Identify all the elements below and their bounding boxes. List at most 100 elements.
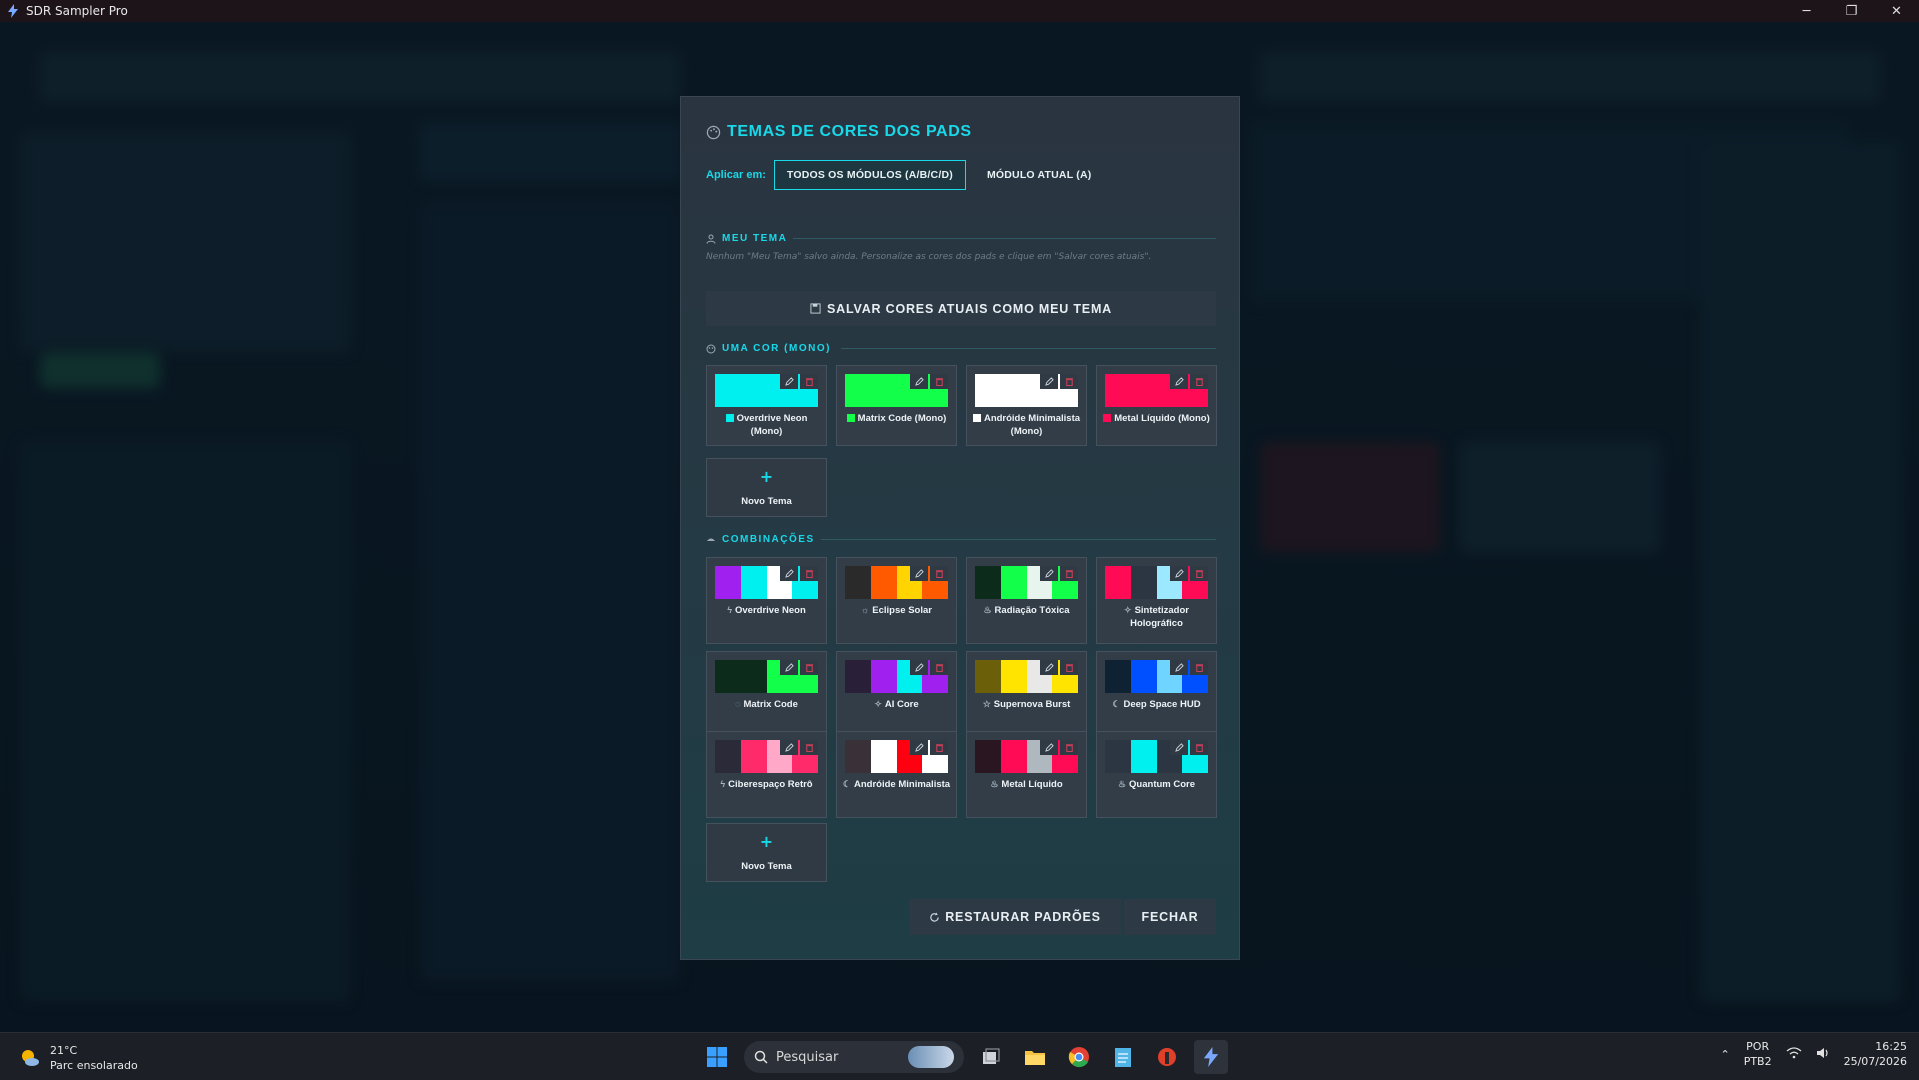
edit-icon[interactable] [910,374,928,389]
combos-theme-card[interactable]: ϟ Overdrive Neon [706,557,827,644]
delete-icon[interactable] [1190,566,1208,581]
maximize-button[interactable]: ❐ [1829,0,1874,22]
mono-theme-card[interactable]: Metal Líquido (Mono) [1096,365,1217,446]
delete-icon[interactable] [1190,740,1208,755]
close-window-button[interactable]: ✕ [1874,0,1919,22]
delete-icon[interactable] [930,374,948,389]
mono-theme-card[interactable]: Andróide Minimalista (Mono) [966,365,1087,446]
delete-icon[interactable] [800,740,818,755]
taskbar-search[interactable]: Pesquisar [744,1041,964,1073]
save-current-colors-button[interactable]: SALVAR CORES ATUAIS COMO MEU TEMA [706,291,1216,326]
mono-theme-card[interactable]: Matrix Code (Mono) [836,365,957,446]
combos-theme-card[interactable]: ♨ Metal Líquido [966,731,1087,818]
layers-icon [707,538,715,541]
edit-icon[interactable] [1170,566,1188,581]
app-red-button[interactable] [1150,1040,1184,1074]
edit-icon[interactable] [780,740,798,755]
edit-icon[interactable] [1170,740,1188,755]
delete-icon[interactable] [1060,566,1078,581]
edit-icon[interactable] [1040,374,1058,389]
combos-theme-card[interactable]: ☆ Supernova Burst [966,651,1087,732]
delete-icon[interactable] [1190,660,1208,675]
combos-theme-card[interactable]: ♨ Radiação Tóxica [966,557,1087,644]
taskbar: 21°C Parc ensolarado Pesquisar ⌃ POR PTB… [0,1032,1919,1080]
color-swatch [1105,566,1131,599]
task-view-button[interactable] [974,1040,1008,1074]
edit-icon[interactable] [910,566,928,581]
sdr-sampler-taskbar-button[interactable] [1194,1040,1228,1074]
edit-icon[interactable] [910,740,928,755]
minimize-button[interactable]: ─ [1784,0,1829,22]
combos-theme-card[interactable]: ◌ Matrix Code [706,651,827,732]
flame-icon: ♨ [990,779,999,789]
dialog-title: TEMAS DE CORES DOS PADS [706,123,972,141]
edit-icon[interactable] [1040,660,1058,675]
moon-icon: ☾ [1112,699,1121,709]
notepad-button[interactable] [1106,1040,1140,1074]
color-dot [1103,414,1112,422]
clock[interactable]: 16:25 25/07/2026 [1844,1039,1907,1069]
edit-icon[interactable] [780,566,798,581]
color-swatch [845,740,871,773]
wifi-icon[interactable] [1786,1046,1802,1062]
delete-icon[interactable] [930,566,948,581]
theme-name: Andróide Minimalista (Mono) [983,413,1081,437]
delete-icon[interactable] [1060,660,1078,675]
combos-theme-card[interactable]: ☾ Deep Space HUD [1096,651,1217,732]
delete-icon[interactable] [800,660,818,675]
theme-name: Ciberespaço Retrô [728,779,813,790]
delete-icon[interactable] [800,374,818,389]
scope-all-modules-button[interactable]: TODOS OS MÓDULOS (A/B/C/D) [773,160,966,190]
theme-name: Quantum Core [1129,779,1196,790]
edit-icon[interactable] [1040,740,1058,755]
bolt-icon: ϟ [720,779,726,789]
weather-desc: Parc ensolarado [50,1059,138,1072]
new-mono-theme-button[interactable]: + Novo Tema [706,458,827,517]
color-dot [725,414,734,422]
floppy-icon [810,303,821,314]
restore-icon [930,911,939,922]
color-swatch [975,740,1001,773]
delete-icon[interactable] [800,566,818,581]
color-swatch [1130,660,1157,693]
combos-theme-card[interactable]: ☾ Andróide Minimalista [836,731,957,818]
combos-theme-card[interactable]: ✧ AI Core [836,651,957,732]
delete-icon[interactable] [930,740,948,755]
new-combo-theme-button[interactable]: + Novo Tema [706,823,827,882]
color-swatch [845,660,871,693]
chevron-up-icon[interactable]: ⌃ [1720,1048,1729,1061]
edit-icon[interactable] [780,374,798,389]
language-indicator[interactable]: POR PTB2 [1744,1039,1772,1069]
windows-logo-icon [707,1047,727,1067]
edit-icon[interactable] [780,660,798,675]
edit-icon[interactable] [1170,660,1188,675]
file-explorer-button[interactable] [1018,1040,1052,1074]
theme-name: Metal Líquido [1001,779,1063,790]
combos-theme-card[interactable]: ✧ Sintetizador Holográfico [1096,557,1217,644]
combos-theme-card[interactable]: ☼ Eclipse Solar [836,557,957,644]
close-dialog-button[interactable]: FECHAR [1124,899,1216,935]
color-swatch [715,740,741,773]
edit-icon[interactable] [1040,566,1058,581]
delete-icon[interactable] [1060,374,1078,389]
delete-icon[interactable] [1190,374,1208,389]
color-swatch [740,566,767,599]
edit-icon[interactable] [910,660,928,675]
volume-icon[interactable] [1816,1047,1830,1062]
combos-theme-card[interactable]: ϟ Ciberespaço Retrô [706,731,827,818]
weather-widget[interactable]: 21°C Parc ensolarado [18,1043,138,1073]
sparkle-icon: ✧ [874,699,882,709]
theme-name: Supernova Burst [993,699,1071,710]
color-swatch [1000,566,1027,599]
combos-theme-card[interactable]: ♨ Quantum Core [1096,731,1217,818]
chrome-button[interactable] [1062,1040,1096,1074]
scope-current-module-button[interactable]: MÓDULO ATUAL (A) [974,160,1105,190]
start-button[interactable] [700,1040,734,1074]
restore-defaults-button[interactable]: RESTAURAR PADRÕES [909,899,1121,935]
edit-icon[interactable] [1170,374,1188,389]
theme-name: AI Core [884,699,919,710]
delete-icon[interactable] [1060,740,1078,755]
delete-icon[interactable] [930,660,948,675]
mono-theme-card[interactable]: Overdrive Neon (Mono) [706,365,827,446]
color-themes-dialog: TEMAS DE CORES DOS PADS Aplicar em: TODO… [680,96,1240,960]
